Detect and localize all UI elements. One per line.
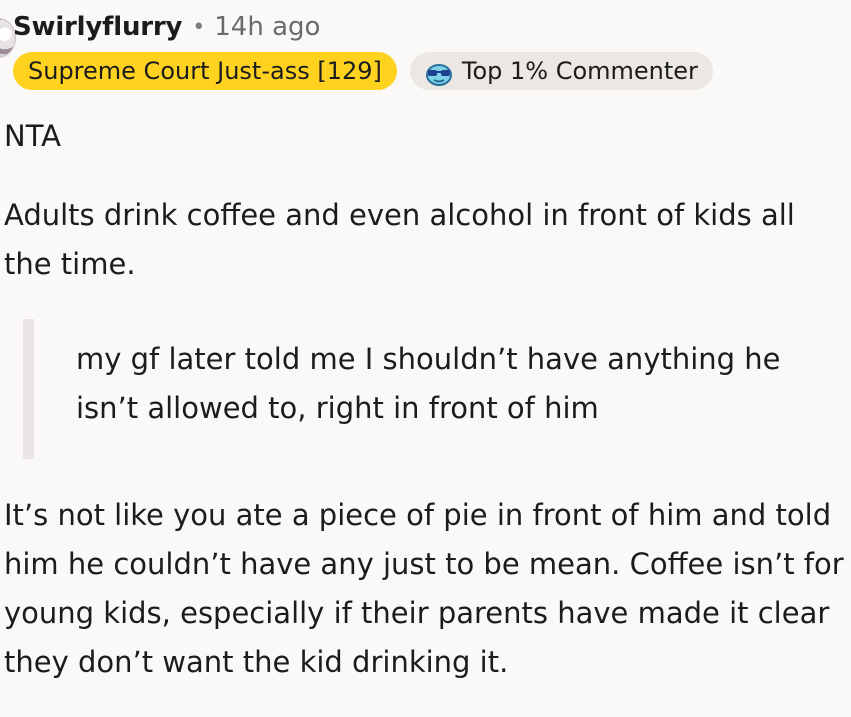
user-flair: Supreme Court Just-ass [129] bbox=[13, 52, 397, 90]
blockquote-bar bbox=[23, 319, 34, 459]
meta-separator: • bbox=[192, 14, 206, 40]
sunglasses-face-icon bbox=[424, 59, 454, 86]
blockquote: my gf later told me I shouldn’t have any… bbox=[23, 319, 849, 459]
flair-row: Supreme Court Just-ass [129] Top 1% Comm… bbox=[13, 51, 713, 91]
comment: Swirlyflurry • 14h ago Supreme Court Jus… bbox=[0, 0, 851, 717]
timestamp[interactable]: 14h ago bbox=[214, 12, 320, 42]
username-link[interactable]: Swirlyflurry bbox=[13, 12, 182, 42]
achievement-label: Top 1% Commenter bbox=[461, 57, 698, 85]
comment-body: NTA Adults drink coffee and even alcohol… bbox=[4, 112, 849, 687]
achievement-badge[interactable]: Top 1% Commenter bbox=[409, 52, 713, 90]
paragraph-verdict: NTA bbox=[4, 119, 61, 153]
paragraph: Adults drink coffee and even alcohol in … bbox=[4, 198, 795, 281]
paragraph: It’s not like you ate a piece of pie in … bbox=[4, 498, 844, 679]
comment-meta: Swirlyflurry • 14h ago bbox=[13, 8, 320, 46]
blockquote-text: my gf later told me I shouldn’t have any… bbox=[76, 342, 781, 425]
